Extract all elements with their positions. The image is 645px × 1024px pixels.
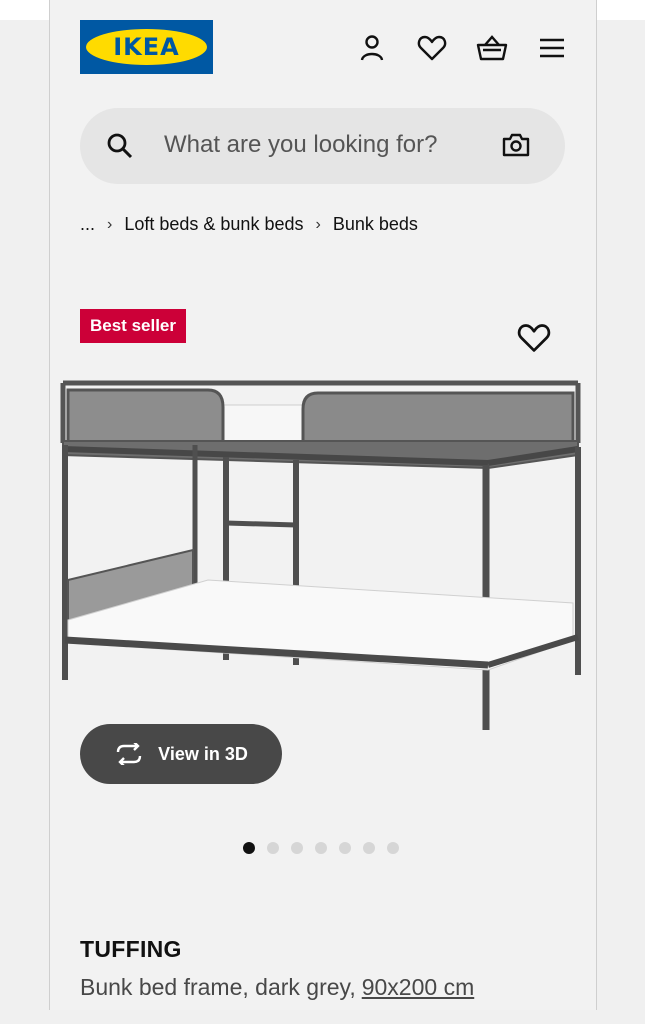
product-image[interactable] — [58, 365, 588, 735]
bunk-bed-illustration — [60, 380, 581, 730]
breadcrumb-ellipsis[interactable]: ... — [80, 214, 95, 235]
breadcrumb: ... › Loft beds & bunk beds › Bunk beds — [80, 214, 418, 235]
logo-text: IKEA — [113, 33, 180, 61]
carousel-dot-5[interactable] — [339, 842, 351, 854]
camera-search-icon[interactable] — [501, 132, 531, 163]
carousel-dot-4[interactable] — [315, 842, 327, 854]
breadcrumb-bunk-beds[interactable]: Bunk beds — [333, 214, 418, 235]
carousel-dot-6[interactable] — [363, 842, 375, 854]
product-description: Bunk bed frame, dark grey, 90x200 cm — [80, 974, 474, 1001]
view-in-3d-button[interactable]: View in 3D — [80, 724, 282, 784]
product-dimensions-link[interactable]: 90x200 cm — [362, 974, 475, 1000]
favourites-icon[interactable] — [414, 30, 450, 66]
product-name: TUFFING — [80, 936, 182, 962]
search-icon[interactable] — [106, 132, 134, 165]
view-in-3d-label: View in 3D — [158, 743, 248, 764]
carousel-dot-2[interactable] — [267, 842, 279, 854]
logo-oval: IKEA — [86, 29, 207, 65]
header-icons — [354, 30, 570, 66]
best-seller-badge: Best seller — [80, 309, 186, 343]
account-icon[interactable] — [354, 30, 390, 66]
carousel-dot-7[interactable] — [387, 842, 399, 854]
search-bar[interactable] — [80, 108, 565, 184]
chevron-right-icon: › — [107, 215, 113, 233]
menu-icon[interactable] — [534, 30, 570, 66]
product-description-text: Bunk bed frame, dark grey, — [80, 974, 356, 1000]
shopping-basket-icon[interactable] — [474, 30, 510, 66]
rotate-3d-icon — [116, 743, 142, 765]
chevron-right-icon: › — [315, 215, 321, 233]
search-input[interactable] — [162, 130, 466, 160]
carousel-dot-1[interactable] — [243, 842, 255, 854]
image-carousel-dots — [243, 842, 399, 854]
site-header: IKEA — [80, 20, 570, 76]
ikea-logo[interactable]: IKEA — [80, 20, 213, 74]
add-to-favourites-icon[interactable] — [517, 322, 551, 359]
carousel-dot-3[interactable] — [291, 842, 303, 854]
breadcrumb-loft-beds[interactable]: Loft beds & bunk beds — [124, 214, 303, 235]
